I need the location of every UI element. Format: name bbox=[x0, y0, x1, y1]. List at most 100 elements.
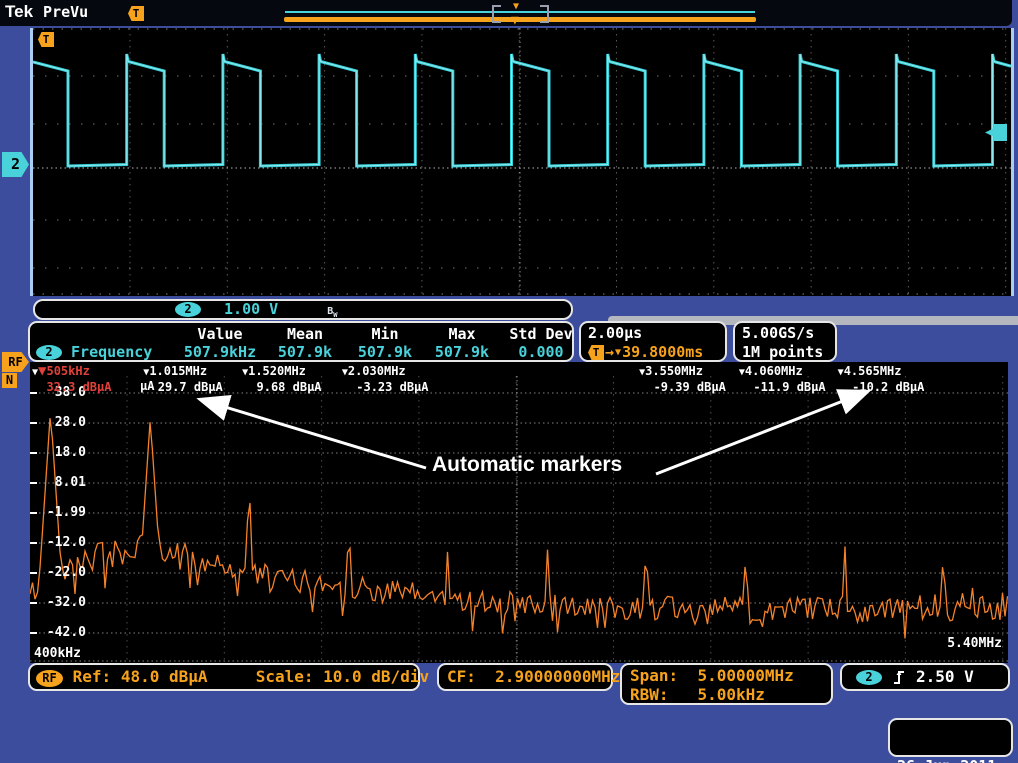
measurement-min: 507.9k bbox=[346, 343, 424, 361]
cf-label: CF: bbox=[447, 667, 476, 686]
time-per-div: 2.00µs bbox=[588, 324, 725, 343]
acquisition-readout[interactable]: 5.00GS/s 1M points bbox=[733, 321, 837, 362]
trigger-t-icon: T bbox=[128, 6, 144, 21]
cf-value: 2.90000000MHz bbox=[495, 667, 620, 686]
ref-marker-frequency: 505kHz bbox=[46, 364, 89, 378]
measurement-name: Frequency bbox=[71, 343, 152, 361]
auto-marker-readout: ▼4.060MHz -11.9 dBµA bbox=[739, 364, 826, 394]
measurement-stddev: 0.000 bbox=[500, 343, 582, 361]
rf-reference-scale-readout[interactable]: RF Ref: 48.0 dBµA Scale: 10.0 dB/div bbox=[28, 663, 420, 691]
measurement-mean: 507.9k bbox=[264, 343, 346, 361]
col-header-mean: Mean bbox=[264, 325, 346, 343]
y-axis-tick-label: -32.0 bbox=[30, 595, 86, 610]
bandwidth-limit-icon: BW bbox=[327, 306, 337, 317]
y-axis-tick-label: -42.0 bbox=[30, 625, 86, 640]
marker-amplitude: -10.2 dBµA bbox=[838, 380, 925, 394]
window-bracket-right-icon[interactable] bbox=[540, 5, 549, 23]
start-frequency-label: 400kHz bbox=[34, 646, 81, 661]
y-axis-tick-label: -12.0 bbox=[30, 535, 86, 550]
marker-amplitude: -9.39 dBµA bbox=[639, 380, 726, 394]
rf-ref-value: 48.0 dBµA bbox=[121, 667, 208, 686]
trigger-source-badge: 2 bbox=[856, 670, 882, 685]
stop-frequency-label: 5.40MHz bbox=[947, 636, 1002, 651]
y-axis-tick-label: 18.0 bbox=[30, 445, 86, 460]
ch2-trace bbox=[33, 54, 1011, 166]
measurement-header-row: Value Mean Min Max Std Dev bbox=[36, 325, 572, 343]
y-axis-tick-label: -1.99 bbox=[30, 505, 86, 520]
marker-amplitude: 29.7 dBµA bbox=[143, 380, 222, 394]
rf-normal-trace-badge[interactable]: N bbox=[2, 373, 17, 388]
time-domain-graticule: T bbox=[30, 28, 1014, 296]
y-axis-tick-label: 28.0 bbox=[30, 415, 86, 430]
col-header-min: Min bbox=[346, 325, 424, 343]
marker-down-icon: ▼ bbox=[615, 343, 621, 362]
sample-rate: 5.00GS/s bbox=[742, 324, 835, 343]
annotation-text: Automatic markers bbox=[432, 453, 622, 477]
trigger-delay-value: 39.8000ms bbox=[622, 343, 703, 362]
measurement-max: 507.9k bbox=[424, 343, 500, 361]
oscilloscope-screen: Tek PreVu T ▼ ▼ T 2 2 1.00 V BW Value Mea… bbox=[0, 0, 1018, 763]
marker-frequency: 3.550MHz bbox=[645, 364, 703, 378]
meas-channel-badge: 2 bbox=[36, 345, 62, 360]
record-length: 1M points bbox=[742, 343, 835, 362]
ch2-waveform-plot bbox=[33, 28, 1011, 296]
marker-amplitude: -11.9 dBµA bbox=[739, 380, 826, 394]
trigger-t-icon-small: T bbox=[588, 345, 604, 360]
rf-badge-icon: RF bbox=[36, 670, 63, 687]
reference-marker-readout: ▼▼505kHz 32.3 dBµA bbox=[32, 364, 111, 394]
rf-spectrum-plot bbox=[30, 362, 1008, 663]
ch2-ground-marker-icon[interactable]: 2 bbox=[2, 152, 29, 177]
trigger-level-value: 2.50 V bbox=[916, 665, 974, 689]
marker-frequency: 1.015MHz bbox=[149, 364, 207, 378]
rf-scale-label: Scale: bbox=[256, 667, 314, 686]
span-value: 5.00000MHz bbox=[697, 666, 793, 685]
tek-logo: Tek bbox=[5, 2, 33, 21]
trigger-readout[interactable]: 2 2.50 V bbox=[840, 663, 1010, 691]
rf-trace bbox=[30, 418, 1008, 638]
marker-amplitude: -3.23 dBµA bbox=[342, 380, 429, 394]
record-view-expansion-bar[interactable] bbox=[284, 17, 756, 22]
window-bracket-left-icon[interactable] bbox=[492, 5, 501, 23]
col-header-value: Value bbox=[176, 325, 264, 343]
span-label: Span: bbox=[630, 666, 678, 685]
rf-spectrum-graticule: 38.028.018.08.01-1.99-12.0-22.0-32.0-42.… bbox=[30, 362, 1008, 663]
ch2-badge: 2 bbox=[175, 302, 201, 317]
auto-marker-readout: ▼3.550MHz -9.39 dBµA bbox=[639, 364, 726, 394]
brand: Tek PreVu bbox=[5, 2, 88, 22]
marker-amplitude: 9.68 dBµA bbox=[242, 380, 321, 394]
date-label: 26 Jun 2011 bbox=[897, 757, 1011, 763]
center-frequency-readout[interactable]: CF: 2.90000000MHz bbox=[437, 663, 613, 691]
acquisition-status: PreVu bbox=[43, 3, 88, 21]
col-header-stddev: Std Dev bbox=[500, 325, 582, 343]
rbw-label: RBW: bbox=[630, 685, 669, 704]
rf-scale-value: 10.0 dB/div bbox=[323, 667, 429, 686]
auto-marker-readout: ▼2.030MHz -3.23 dBµA bbox=[342, 364, 429, 394]
ch2-scale-readout[interactable]: 2 1.00 V BW bbox=[33, 299, 573, 320]
expansion-point-icon: ▼ bbox=[511, 16, 519, 26]
trigger-position-icon: ▼ bbox=[513, 2, 519, 12]
datetime-readout: 26 Jun 2011 16:40:55 bbox=[888, 718, 1013, 757]
ch2-volts-per-div: 1.00 V bbox=[224, 300, 278, 318]
horizontal-scale-readout[interactable]: 2.00µs T→▼39.8000ms bbox=[579, 321, 727, 362]
measurement-value: 507.9kHz bbox=[176, 343, 264, 361]
amplitude-unit-label: µA bbox=[140, 379, 154, 393]
rf-trace-badge[interactable]: RF bbox=[2, 352, 29, 372]
record-view-waveform-line bbox=[285, 11, 755, 13]
measurement-row-frequency: 2 Frequency 507.9kHz 507.9k 507.9k 507.9… bbox=[36, 343, 572, 361]
ref-marker-amplitude: 32.3 dBµA bbox=[32, 380, 111, 394]
rbw-value: 5.00kHz bbox=[697, 685, 764, 704]
auto-marker-readout: ▼1.520MHz 9.68 dBµA bbox=[242, 364, 321, 394]
rising-edge-icon bbox=[892, 668, 906, 686]
rf-ref-label: Ref: bbox=[73, 667, 112, 686]
measurement-table: Value Mean Min Max Std Dev 2 Frequency 5… bbox=[28, 321, 574, 362]
arrow-right-icon: → bbox=[605, 343, 614, 362]
span-rbw-readout[interactable]: Span: 5.00000MHz RBW: 5.00kHz bbox=[620, 663, 833, 705]
auto-marker-readout: ▼1.015MHz 29.7 dBµA bbox=[143, 364, 222, 394]
marker-frequency: 4.060MHz bbox=[745, 364, 803, 378]
y-axis-tick-label: 8.01 bbox=[30, 475, 86, 490]
marker-frequency: 4.565MHz bbox=[844, 364, 902, 378]
col-header-max: Max bbox=[424, 325, 500, 343]
marker-frequency: 1.520MHz bbox=[248, 364, 306, 378]
marker-frequency: 2.030MHz bbox=[348, 364, 406, 378]
auto-marker-readout: ▼4.565MHz -10.2 dBµA bbox=[838, 364, 925, 394]
